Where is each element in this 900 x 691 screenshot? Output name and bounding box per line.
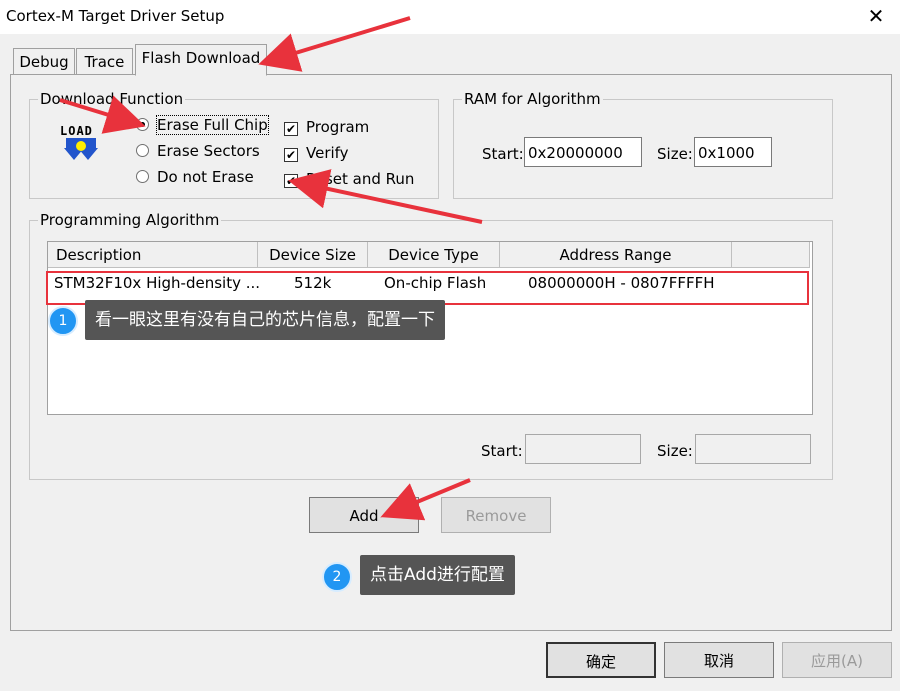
checkmark-icon: ✔	[284, 148, 298, 162]
checkmark-icon: ✔	[284, 174, 298, 188]
column-description[interactable]: Description	[48, 242, 258, 268]
step-1-badge: 1	[48, 306, 78, 336]
programming-algorithm-label: Programming Algorithm	[38, 211, 222, 229]
close-icon[interactable]: ✕	[864, 4, 888, 28]
tab-debug[interactable]: Debug	[13, 48, 75, 75]
column-device-size[interactable]: Device Size	[258, 242, 368, 268]
step-2-tooltip: 点击Add进行配置	[360, 555, 515, 595]
radio-erase-full-chip[interactable]: Erase Full Chip	[136, 115, 269, 135]
ram-start-input[interactable]: 0x20000000	[524, 137, 642, 167]
ram-group: RAM for Algorithm Start: 0x20000000 Size…	[453, 90, 833, 199]
column-empty	[732, 242, 810, 268]
dialog-window: Cortex-M Target Driver Setup ✕ Debug Tra…	[0, 0, 900, 691]
radio-dot	[136, 144, 149, 157]
check-verify[interactable]: ✔ Verify	[284, 144, 349, 162]
radio-erase-sectors[interactable]: Erase Sectors	[136, 142, 260, 160]
ram-start-label: Start:	[482, 145, 524, 163]
radio-label: Do not Erase	[157, 168, 254, 186]
check-program[interactable]: ✔ Program	[284, 118, 369, 136]
step-2-badge: 2	[322, 562, 352, 592]
radio-label: Erase Sectors	[157, 142, 260, 160]
download-function-label: Download Function	[38, 90, 186, 108]
apply-button[interactable]: 应用(A)	[782, 642, 892, 678]
cancel-button[interactable]: 取消	[664, 642, 774, 678]
add-button[interactable]: Add	[309, 497, 419, 533]
algo-size-input[interactable]	[695, 434, 811, 464]
check-label: Verify	[306, 144, 349, 162]
step-1-tooltip: 看一眼这里有没有自己的芯片信息，配置一下	[85, 300, 445, 340]
load-icon: LOAD	[60, 124, 102, 164]
window-title: Cortex-M Target Driver Setup	[6, 7, 225, 25]
ram-size-label: Size:	[657, 145, 693, 163]
tab-panel: Download Function LOAD Erase Full Chip E…	[10, 74, 892, 631]
radio-do-not-erase[interactable]: Do not Erase	[136, 168, 254, 186]
radio-label: Erase Full Chip	[156, 115, 269, 135]
algo-start-label: Start:	[481, 442, 523, 460]
tab-flash-download[interactable]: Flash Download	[135, 44, 267, 76]
title-bar: Cortex-M Target Driver Setup ✕	[0, 0, 900, 34]
check-label: Reset and Run	[306, 170, 415, 188]
radio-dot	[136, 170, 149, 183]
ram-size-input[interactable]: 0x1000	[694, 137, 772, 167]
load-icon-text: LOAD	[60, 124, 93, 138]
algo-size-label: Size:	[657, 442, 693, 460]
check-reset-and-run[interactable]: ✔ Reset and Run	[284, 170, 414, 188]
download-function-group: Download Function LOAD Erase Full Chip E…	[29, 90, 439, 199]
column-address-range[interactable]: Address Range	[500, 242, 732, 268]
checkmark-icon: ✔	[284, 122, 298, 136]
column-device-type[interactable]: Device Type	[368, 242, 500, 268]
tab-trace[interactable]: Trace	[76, 48, 133, 75]
ram-group-label: RAM for Algorithm	[462, 90, 603, 108]
algo-start-input[interactable]	[525, 434, 641, 464]
check-label: Program	[306, 118, 370, 136]
remove-button[interactable]: Remove	[441, 497, 551, 533]
ok-button[interactable]: 确定	[546, 642, 656, 678]
radio-dot	[136, 118, 149, 131]
